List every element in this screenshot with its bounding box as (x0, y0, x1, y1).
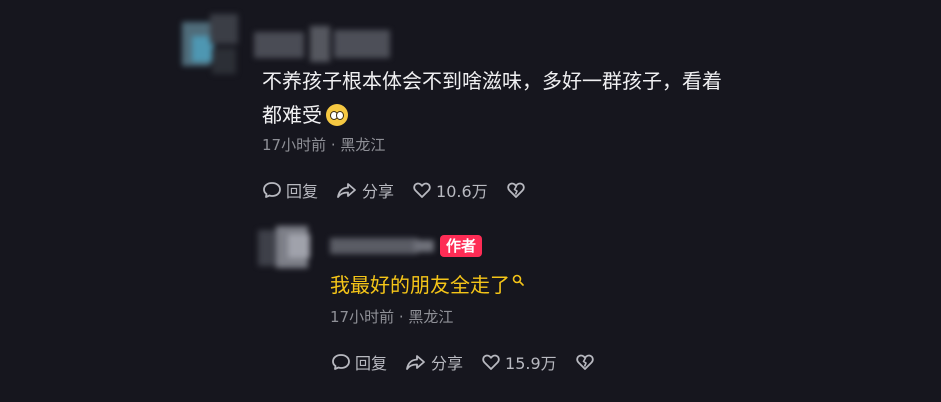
reply-button[interactable]: 回复 (331, 350, 387, 374)
share-arrow-icon (337, 183, 356, 198)
like-count: 15.9万 (505, 354, 557, 373)
reply-label: 回复 (286, 182, 319, 201)
dislike-button[interactable] (506, 180, 530, 200)
share-button[interactable]: 分享 (405, 350, 463, 374)
dislike-button[interactable] (575, 352, 599, 372)
comment-thread: 不养孩子根本体会不到啥滋味，多好一群孩子，看着都难受 17小时前 · 黑龙江 回… (0, 0, 941, 402)
like-count: 10.6万 (436, 182, 488, 201)
author-avatar[interactable] (258, 224, 314, 272)
reply-text: 我最好的朋友全走了 (330, 273, 510, 297)
pleading-face-icon (326, 104, 348, 126)
author-badge: 作者 (440, 235, 483, 257)
reply-meta: 17小时前 · 黑龙江 (330, 308, 454, 326)
search-icon[interactable] (512, 274, 524, 286)
comment-body: 不养孩子根本体会不到啥滋味，多好一群孩子，看着都难受 (262, 64, 732, 132)
share-label: 分享 (362, 182, 395, 201)
share-arrow-icon (406, 355, 425, 370)
share-button[interactable]: 分享 (336, 178, 394, 202)
reply-body: 我最好的朋友全走了 (330, 270, 524, 300)
author-name-blurred[interactable] (330, 236, 434, 256)
heart-icon (482, 354, 500, 370)
like-button[interactable]: 15.9万 (481, 350, 557, 374)
comment-meta: 17小时前 · 黑龙江 (262, 136, 386, 154)
reply-label: 回复 (355, 354, 388, 373)
reply-actions: 回复 分享 15.9万 (331, 350, 617, 374)
reply-bubble-icon (263, 182, 281, 198)
reply-bubble-icon (332, 354, 350, 370)
commenter-name-blurred[interactable] (254, 26, 390, 64)
commenter-avatar[interactable] (182, 14, 238, 76)
broken-heart-icon (506, 182, 525, 198)
broken-heart-icon (575, 354, 594, 370)
share-label: 分享 (431, 354, 464, 373)
reply-button[interactable]: 回复 (262, 178, 318, 202)
comment-actions: 回复 分享 10.6万 (262, 178, 548, 202)
heart-icon (413, 182, 431, 198)
like-button[interactable]: 10.6万 (412, 178, 488, 202)
